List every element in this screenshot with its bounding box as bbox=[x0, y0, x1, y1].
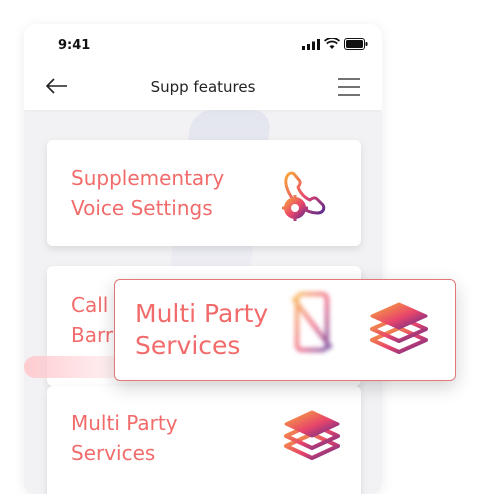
card-supplementary-voice-settings[interactable]: Supplementary Voice Settings bbox=[47, 140, 361, 246]
signal-icon bbox=[302, 38, 320, 50]
phone-screen: 9:41 Supp features Supplementary Voice S… bbox=[24, 24, 382, 494]
page-title: Supp features bbox=[150, 78, 256, 96]
menu-button[interactable] bbox=[338, 78, 360, 100]
battery-icon bbox=[344, 38, 368, 50]
layers-icon bbox=[284, 410, 340, 460]
wifi-icon bbox=[324, 38, 340, 49]
popup-label: Multi Party Services bbox=[135, 299, 269, 360]
hamburger-icon bbox=[338, 78, 360, 96]
dragged-card-multi-party-services[interactable]: Multi Party Services bbox=[114, 279, 456, 381]
phone-blocked-icon bbox=[291, 292, 333, 352]
status-icons bbox=[302, 38, 368, 50]
card-multi-party-services[interactable]: Multi Party Services bbox=[47, 386, 361, 494]
card-label: Supplementary Voice Settings bbox=[71, 166, 225, 220]
status-time: 9:41 bbox=[58, 38, 91, 53]
layers-icon bbox=[370, 302, 428, 354]
card-label: Call Barr bbox=[71, 293, 114, 347]
top-bar: 9:41 Supp features bbox=[24, 24, 382, 110]
card-label: Multi Party Services bbox=[71, 411, 178, 465]
phone-settings-icon bbox=[282, 171, 326, 221]
